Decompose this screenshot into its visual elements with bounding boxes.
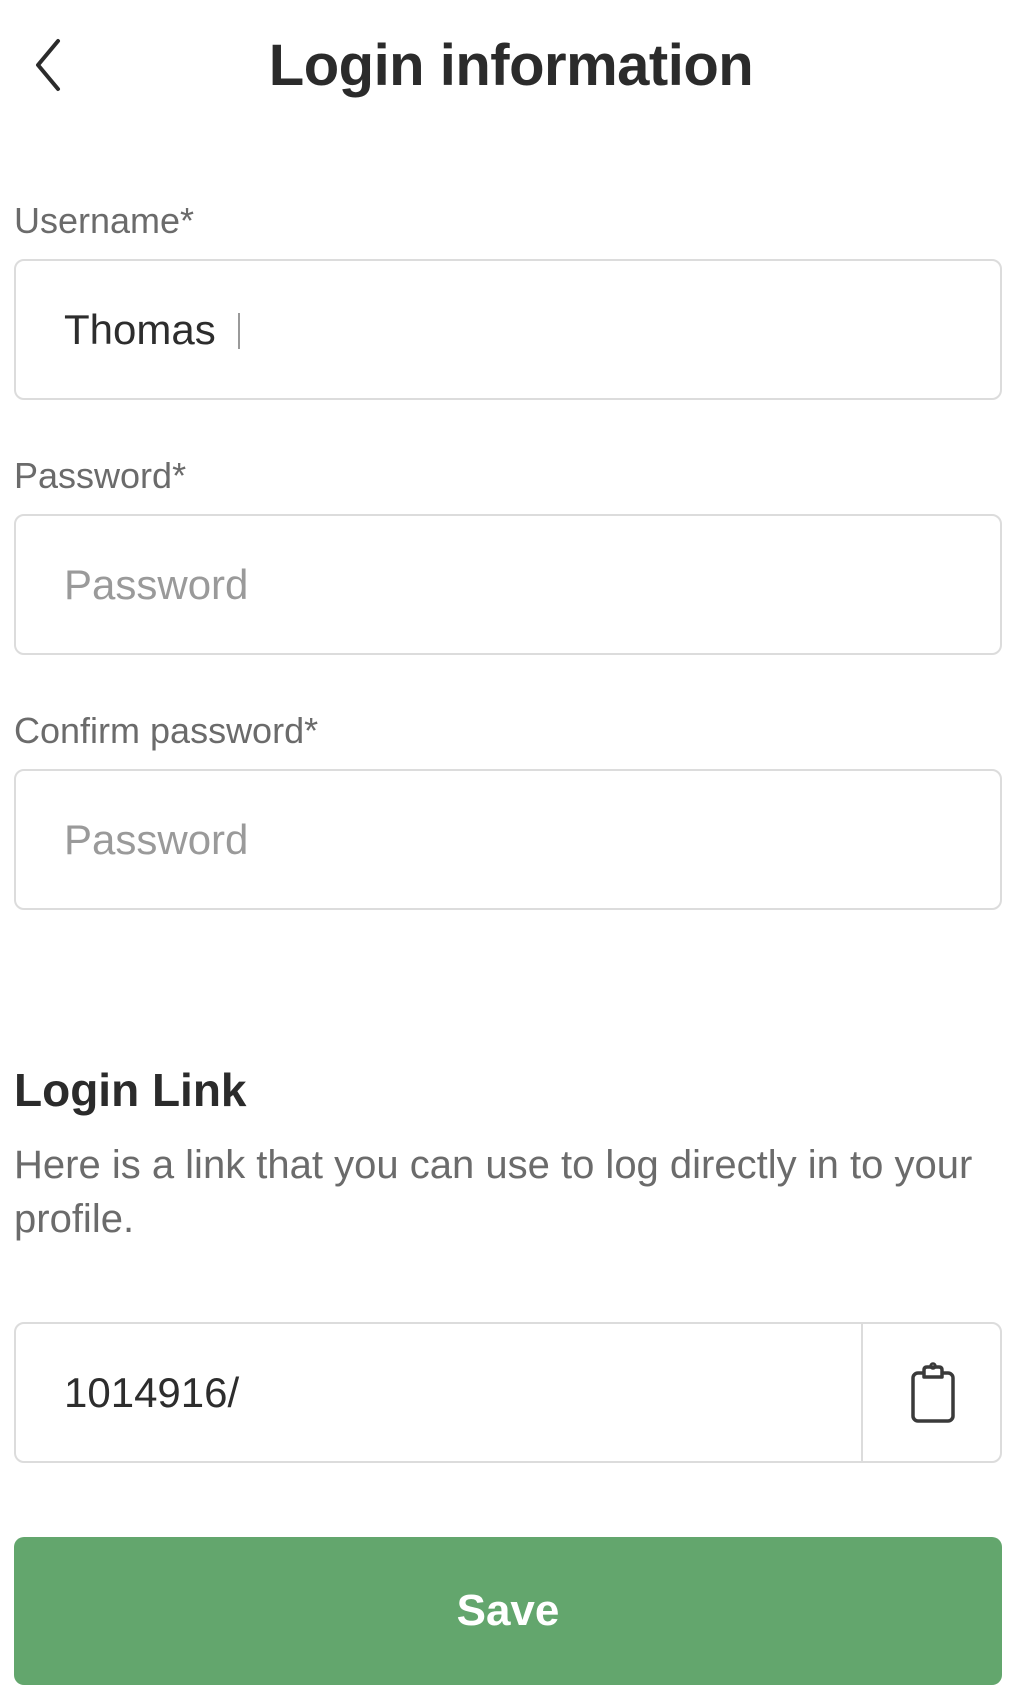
password-input[interactable] [16,516,1000,653]
copy-link-button[interactable] [863,1324,1000,1461]
login-link-field: 1014916/ [14,1322,1002,1463]
clipboard-icon [910,1361,955,1423]
header: Login information [0,0,1022,130]
save-button[interactable]: Save [14,1537,1002,1685]
confirm-password-label: Confirm password* [14,710,319,751]
username-field-box[interactable] [14,259,1002,400]
username-input[interactable] [16,261,1000,398]
confirm-password-input[interactable] [16,771,1000,908]
login-link-heading: Login Link [14,1064,247,1116]
password-field-box[interactable] [14,514,1002,655]
confirm-password-field-box[interactable] [14,769,1002,910]
password-label: Password* [14,455,187,496]
login-link-value[interactable]: 1014916/ [64,1324,264,1461]
text-cursor [238,313,240,349]
page-title: Login information [268,33,754,98]
username-label: Username* [14,200,195,241]
login-link-description: Here is a link that you can use to log d… [14,1143,973,1241]
